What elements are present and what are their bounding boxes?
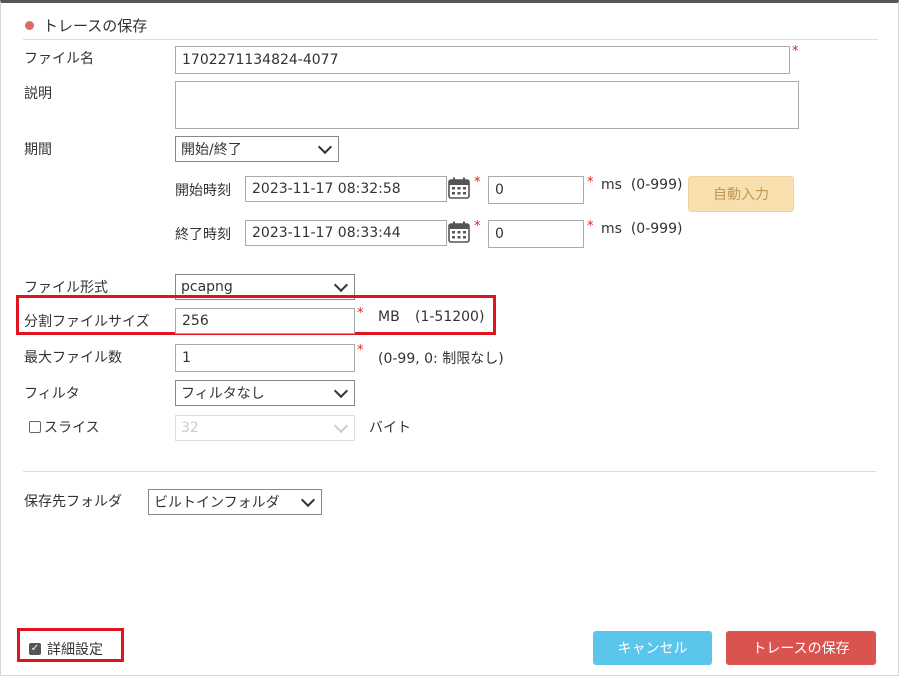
cancel-button[interactable]: キャンセル: [593, 631, 712, 665]
calendar-icon[interactable]: [448, 221, 470, 243]
save-folder-label: 保存先フォルダ: [24, 494, 122, 510]
dialog-title: トレースの保存: [25, 15, 147, 36]
end-time-label: 終了時刻: [175, 227, 231, 243]
end-ms-input[interactable]: 0: [488, 220, 584, 248]
file-format-label: ファイル形式: [24, 280, 108, 296]
auto-fill-button[interactable]: 自動入力: [688, 176, 794, 212]
advanced-checkbox-row[interactable]: ✓ 詳細設定: [29, 639, 103, 659]
chevron-down-icon: [317, 139, 333, 154]
save-folder-value: ビルトインフォルダ: [154, 495, 280, 511]
end-datetime-required: *: [474, 219, 481, 234]
slice-label: スライス: [44, 420, 100, 436]
filter-select-value: フィルタなし: [181, 386, 265, 402]
description-textarea[interactable]: [175, 81, 799, 129]
save-folder-select[interactable]: ビルトインフォルダ: [148, 489, 322, 515]
file-name-label: ファイル名: [24, 51, 94, 67]
split-size-input[interactable]: 256: [175, 308, 355, 334]
title-dot-icon: [25, 21, 34, 30]
slice-checkbox-icon[interactable]: [29, 421, 41, 433]
max-files-required: *: [357, 343, 364, 358]
split-size-required: *: [357, 306, 364, 321]
chevron-down-icon: [333, 383, 349, 398]
end-ms-hint: ms (0-999): [601, 221, 683, 237]
slice-select: 32: [175, 415, 355, 441]
slice-checkbox-row[interactable]: スライス: [29, 417, 100, 437]
dialog-title-text: トレースの保存: [43, 17, 148, 35]
start-datetime-input[interactable]: 2023-11-17 08:32:58: [245, 176, 447, 202]
advanced-label: 詳細設定: [47, 642, 103, 658]
title-divider: [23, 39, 878, 40]
period-label: 期間: [24, 142, 52, 158]
max-files-input[interactable]: 1: [175, 344, 355, 372]
filter-label: フィルタ: [24, 386, 80, 402]
slice-select-value: 32: [181, 420, 199, 436]
slice-unit: バイト: [369, 420, 411, 436]
start-ms-input[interactable]: 0: [488, 176, 584, 204]
save-trace-button[interactable]: トレースの保存: [726, 631, 876, 665]
section-divider: [23, 471, 876, 472]
start-datetime-required: *: [474, 175, 481, 190]
max-files-hint: (0-99, 0: 制限なし): [378, 351, 504, 367]
chevron-down-icon: [333, 418, 349, 433]
filter-select[interactable]: フィルタなし: [175, 380, 355, 406]
end-ms-required: *: [587, 219, 594, 234]
calendar-icon[interactable]: [448, 177, 470, 199]
period-select-value: 開始/終了: [181, 142, 242, 158]
start-ms-hint: ms (0-999): [601, 177, 683, 193]
save-trace-dialog: トレースの保存 ファイル名 1702271134824-4077 * 説明 期間…: [0, 0, 899, 676]
file-format-value: pcapng: [181, 279, 233, 295]
start-time-label: 開始時刻: [175, 183, 231, 199]
chevron-down-icon: [300, 492, 316, 507]
period-select[interactable]: 開始/終了: [175, 136, 339, 162]
chevron-down-icon: [333, 277, 349, 292]
description-label: 説明: [24, 86, 52, 102]
split-size-label: 分割ファイルサイズ: [24, 314, 150, 330]
file-name-input[interactable]: 1702271134824-4077: [175, 46, 790, 74]
checkbox-icon[interactable]: ✓: [29, 643, 41, 655]
max-files-label: 最大ファイル数: [24, 350, 122, 366]
file-name-required: *: [792, 44, 799, 59]
split-size-range: (1-51200): [415, 309, 485, 325]
split-size-unit: MB: [378, 309, 400, 325]
start-ms-required: *: [587, 175, 594, 190]
end-datetime-input[interactable]: 2023-11-17 08:33:44: [245, 220, 447, 246]
